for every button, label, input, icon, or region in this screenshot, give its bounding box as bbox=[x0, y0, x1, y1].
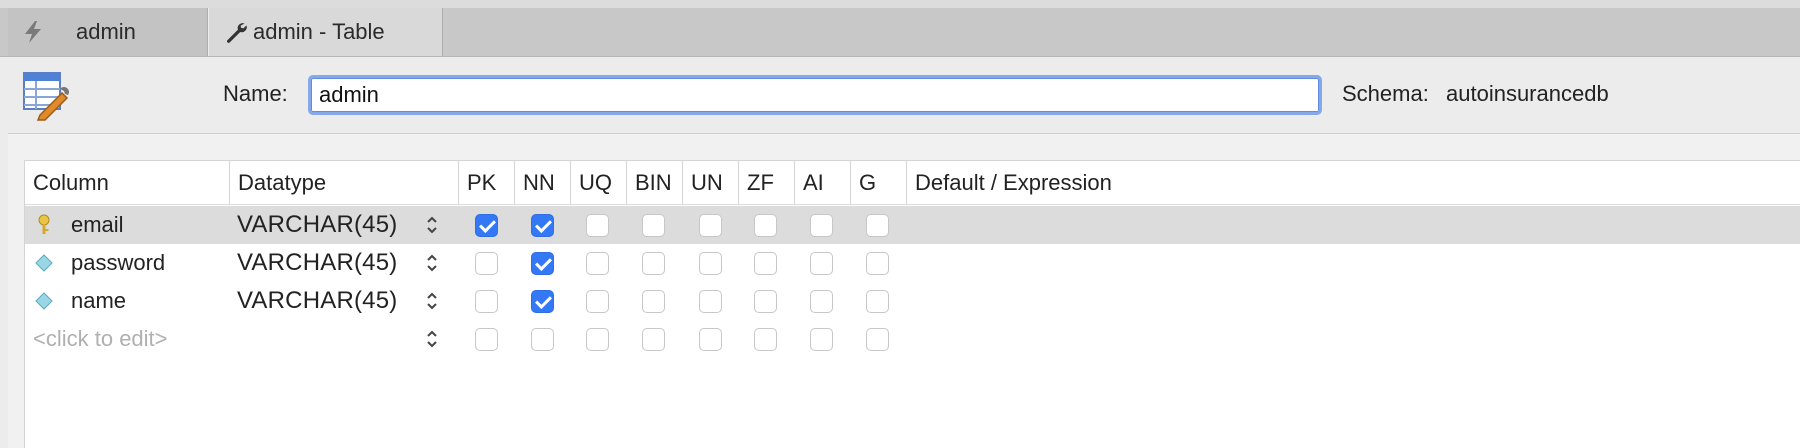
checkbox-uq[interactable] bbox=[586, 290, 609, 313]
column-name: password bbox=[71, 250, 166, 275]
table-editor-header: Name: Schema: autoinsurancedb bbox=[8, 57, 1800, 133]
checkbox-nn[interactable] bbox=[531, 290, 554, 313]
checkbox-un[interactable] bbox=[699, 328, 722, 351]
datatype-stepper-icon[interactable] bbox=[425, 290, 439, 312]
checkbox-un[interactable] bbox=[699, 214, 722, 237]
tab-label: admin - Table bbox=[253, 19, 385, 44]
table-row[interactable]: name VARCHAR(45) bbox=[25, 282, 1800, 320]
datatype-cell[interactable]: VARCHAR(45) bbox=[237, 244, 437, 282]
columns-grid: Column Datatype PK NN UQ BIN UN ZF AI G … bbox=[24, 160, 1800, 448]
checkbox-pk[interactable] bbox=[475, 328, 498, 351]
checkbox-pk[interactable] bbox=[475, 252, 498, 275]
checkbox-bin[interactable] bbox=[642, 290, 665, 313]
checkbox-nn[interactable] bbox=[531, 252, 554, 275]
checkbox-ai[interactable] bbox=[810, 290, 833, 313]
column-name: name bbox=[71, 288, 127, 313]
checkbox-zf[interactable] bbox=[754, 252, 777, 275]
tab-admin-table[interactable]: admin - Table bbox=[208, 8, 443, 56]
checkbox-ai[interactable] bbox=[810, 214, 833, 237]
column-diamond-icon bbox=[33, 290, 55, 312]
checkbox-nn[interactable] bbox=[531, 328, 554, 351]
lightning-icon bbox=[20, 19, 46, 45]
schema-value: autoinsurancedb bbox=[1446, 81, 1609, 106]
header-pk[interactable]: PK bbox=[459, 161, 515, 205]
tab-label: admin bbox=[76, 19, 136, 44]
header-un[interactable]: UN bbox=[683, 161, 739, 205]
name-label: Name: bbox=[223, 81, 288, 106]
checkbox-g[interactable] bbox=[866, 328, 889, 351]
header-datatype[interactable]: Datatype bbox=[230, 161, 459, 205]
checkbox-un[interactable] bbox=[699, 290, 722, 313]
checkbox-g[interactable] bbox=[866, 252, 889, 275]
checkbox-g[interactable] bbox=[866, 290, 889, 313]
checkbox-pk[interactable] bbox=[475, 290, 498, 313]
column-name-cell[interactable]: name bbox=[25, 282, 230, 320]
table-row[interactable]: email VARCHAR(45) bbox=[25, 206, 1800, 244]
wrench-icon bbox=[223, 19, 249, 45]
table-edit-icon bbox=[22, 71, 70, 121]
checkbox-zf[interactable] bbox=[754, 290, 777, 313]
columns-panel: Column Datatype PK NN UQ BIN UN ZF AI G … bbox=[8, 133, 1800, 448]
checkbox-uq[interactable] bbox=[586, 328, 609, 351]
header-g[interactable]: G bbox=[851, 161, 907, 205]
checkbox-g[interactable] bbox=[866, 214, 889, 237]
checkbox-bin[interactable] bbox=[642, 328, 665, 351]
column-diamond-icon bbox=[33, 252, 55, 274]
header-bin[interactable]: BIN bbox=[627, 161, 683, 205]
checkbox-uq[interactable] bbox=[586, 214, 609, 237]
header-nn[interactable]: NN bbox=[515, 161, 571, 205]
datatype-stepper-icon[interactable] bbox=[425, 252, 439, 274]
new-column-cell[interactable]: <click to edit> bbox=[25, 320, 230, 358]
tab-bar: admin admin - Table bbox=[0, 0, 1800, 57]
header-uq[interactable]: UQ bbox=[571, 161, 627, 205]
column-name-cell[interactable]: email bbox=[25, 206, 230, 244]
checkbox-bin[interactable] bbox=[642, 252, 665, 275]
grid-header: Column Datatype PK NN UQ BIN UN ZF AI G … bbox=[25, 161, 1800, 205]
checkbox-ai[interactable] bbox=[810, 252, 833, 275]
datatype-stepper-icon[interactable] bbox=[425, 214, 439, 236]
column-name-cell[interactable]: password bbox=[25, 244, 230, 282]
header-default-expression[interactable]: Default / Expression bbox=[907, 161, 1800, 205]
checkbox-zf[interactable] bbox=[754, 214, 777, 237]
header-ai[interactable]: AI bbox=[795, 161, 851, 205]
schema-label: Schema: bbox=[1342, 81, 1429, 106]
checkbox-uq[interactable] bbox=[586, 252, 609, 275]
header-zf[interactable]: ZF bbox=[739, 161, 795, 205]
checkbox-bin[interactable] bbox=[642, 214, 665, 237]
click-to-edit-placeholder: <click to edit> bbox=[33, 326, 168, 351]
header-column[interactable]: Column bbox=[25, 161, 230, 205]
checkbox-zf[interactable] bbox=[754, 328, 777, 351]
primary-key-icon bbox=[33, 214, 55, 236]
checkbox-un[interactable] bbox=[699, 252, 722, 275]
column-name: email bbox=[71, 212, 124, 237]
new-column-row[interactable]: <click to edit> bbox=[25, 320, 1800, 358]
tab-admin-query[interactable]: admin bbox=[8, 8, 208, 56]
table-row[interactable]: password VARCHAR(45) bbox=[25, 244, 1800, 282]
checkbox-ai[interactable] bbox=[810, 328, 833, 351]
datatype-stepper-icon[interactable] bbox=[425, 328, 439, 350]
checkbox-nn[interactable] bbox=[531, 214, 554, 237]
datatype-cell[interactable]: VARCHAR(45) bbox=[237, 282, 437, 320]
table-name-input[interactable] bbox=[308, 75, 1322, 115]
datatype-cell[interactable]: VARCHAR(45) bbox=[237, 206, 437, 244]
checkbox-pk[interactable] bbox=[475, 214, 498, 237]
